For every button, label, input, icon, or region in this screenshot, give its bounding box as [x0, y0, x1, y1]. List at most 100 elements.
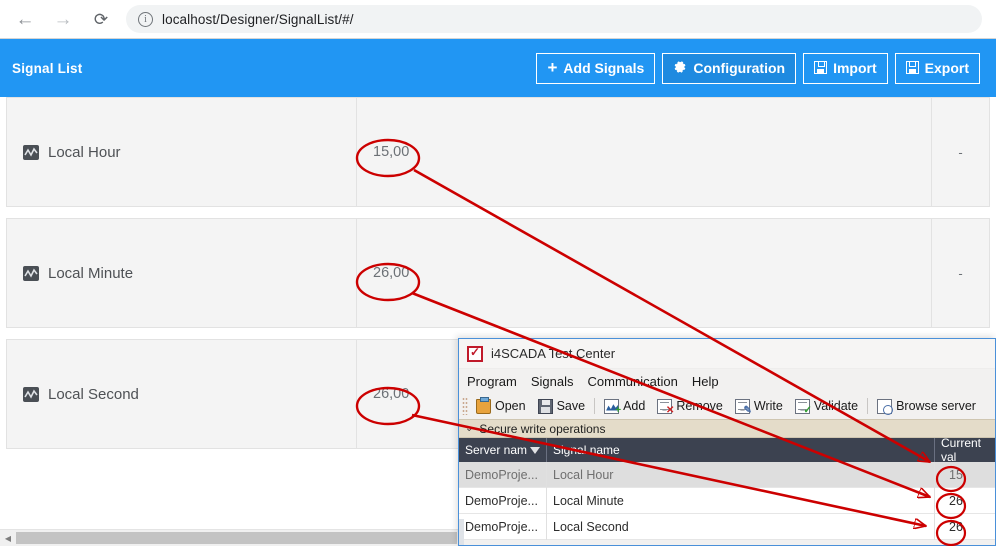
open-button[interactable]: Open — [470, 395, 532, 417]
toolbar-separator — [867, 398, 869, 414]
signal-wave-icon — [23, 265, 39, 281]
browse-server-icon — [877, 398, 894, 415]
app-header: Signal List + Add Signals Configuration … — [0, 39, 996, 97]
write-label: Write — [753, 399, 783, 413]
import-floppy-icon — [814, 61, 828, 74]
grid-row[interactable]: DemoProje... Local Hour 15 — [459, 461, 995, 488]
save-floppy-icon — [537, 398, 553, 414]
browse-server-button[interactable]: Browse server — [871, 395, 982, 417]
signal-name: Local Minute — [48, 264, 134, 282]
export-floppy-icon — [905, 61, 919, 74]
menu-communication[interactable]: Communication — [588, 374, 678, 389]
menu-program[interactable]: Program — [467, 374, 517, 389]
column-header-signal-name[interactable]: Signal name — [547, 438, 935, 462]
signal-name-cell: Local Minute — [7, 219, 357, 327]
validate-icon: ✓ — [794, 398, 812, 416]
column-header-current-value[interactable]: Current val — [935, 436, 995, 464]
signal-extra-cell: - — [932, 98, 989, 206]
forward-icon[interactable]: → — [46, 2, 80, 36]
configuration-label: Configuration — [693, 59, 786, 76]
test-center-window[interactable]: i4SCADA Test Center Program Signals Comm… — [458, 338, 996, 546]
column-label: Server nam — [465, 443, 528, 457]
toolbar-separator — [594, 398, 596, 414]
write-icon: ✎ — [734, 398, 752, 416]
signal-extra-cell: - — [932, 219, 989, 327]
page-title: Signal List — [12, 60, 83, 76]
gear-icon — [673, 60, 687, 76]
add-button[interactable]: + Add — [598, 395, 651, 417]
cell-server-name: DemoProje... — [459, 461, 547, 488]
cell-current-value: 15 — [949, 467, 963, 482]
table-row[interactable]: Local Minute 26,00 - — [6, 218, 990, 328]
sort-descending-icon[interactable] — [530, 446, 540, 454]
toolbar: Open Save + Add ✕ Remove ✎ Write ✓ Valid… — [459, 393, 995, 419]
back-icon[interactable]: ← — [8, 2, 42, 36]
header-actions: + Add Signals Configuration Import Expor… — [536, 52, 980, 84]
scroll-left-icon[interactable]: ◀ — [0, 530, 16, 546]
menubar: Program Signals Communication Help — [459, 369, 995, 393]
cell-signal-name: Local Hour — [547, 461, 935, 488]
save-button[interactable]: Save — [532, 395, 592, 417]
save-label: Save — [556, 399, 586, 413]
signal-extra: - — [958, 265, 963, 281]
import-label: Import — [833, 59, 877, 76]
signal-value-cell: 26,00 — [357, 219, 932, 327]
cell-current-value: 26 — [949, 519, 963, 534]
check-badge: ✓ — [803, 404, 812, 416]
window-title: i4SCADA Test Center — [491, 346, 616, 361]
grid-row[interactable]: DemoProje... Local Second 26 — [459, 513, 995, 540]
browser-toolbar: ← → ⟳ i localhost/Designer/SignalList/#/ — [0, 0, 996, 39]
cell-current-value: 26 — [949, 493, 963, 508]
scrollbar-thumb[interactable] — [16, 532, 457, 544]
signal-name: Local Hour — [48, 143, 121, 161]
cell-signal-name: Local Second — [547, 513, 935, 540]
signal-value: 26,00 — [373, 265, 410, 281]
import-button[interactable]: Import — [803, 52, 888, 84]
signal-wave-icon — [23, 144, 39, 160]
secure-write-label: Secure write operations — [479, 421, 606, 436]
grid-header: Server nam Signal name Current val — [459, 436, 995, 464]
cell-server-name: DemoProje... — [459, 513, 547, 540]
table-row[interactable]: Local Hour 15,00 - — [6, 97, 990, 207]
pencil-badge: ✎ — [743, 404, 752, 416]
toolbar-grip[interactable] — [462, 397, 468, 415]
horizontal-scrollbar[interactable]: ◀ — [0, 529, 458, 546]
signal-name-cell: Local Hour — [7, 98, 357, 206]
validate-button[interactable]: ✓ Validate — [789, 395, 864, 417]
window-left-edge — [459, 519, 464, 545]
validate-label: Validate — [813, 399, 859, 413]
remove-button[interactable]: ✕ Remove — [651, 395, 729, 417]
signal-value: 15,00 — [373, 144, 410, 160]
secure-write-operations-bar[interactable]: ⌄ Secure write operations — [459, 419, 995, 438]
url-text: localhost/Designer/SignalList/#/ — [162, 11, 354, 27]
add-label: Add — [623, 399, 646, 413]
chevron-down-icon[interactable]: ⌄ — [465, 423, 473, 434]
export-label: Export — [924, 59, 969, 76]
window-titlebar[interactable]: i4SCADA Test Center — [459, 339, 995, 369]
plus-badge: + — [615, 404, 622, 416]
add-signals-button[interactable]: + Add Signals — [536, 52, 656, 84]
plus-icon: + — [547, 58, 558, 77]
signal-value: 26,00 — [373, 386, 410, 402]
grid-row[interactable]: DemoProje... Local Minute 26 — [459, 487, 995, 514]
signals-grid[interactable]: Server nam Signal name Current val DemoP… — [459, 436, 995, 540]
configuration-button[interactable]: Configuration — [662, 52, 797, 84]
signal-name: Local Second — [48, 385, 139, 403]
write-button[interactable]: ✎ Write — [729, 395, 789, 417]
column-label: Current val — [941, 436, 982, 464]
menu-signals[interactable]: Signals — [531, 374, 574, 389]
open-label: Open — [495, 399, 526, 413]
checkbox-red-icon — [467, 345, 483, 362]
menu-help[interactable]: Help — [692, 374, 719, 389]
site-info-icon[interactable]: i — [138, 11, 153, 27]
add-signals-label: Add Signals — [563, 59, 645, 76]
cell-server-name: DemoProje... — [459, 487, 547, 514]
remove-signal-icon: ✕ — [657, 398, 674, 415]
reload-icon[interactable]: ⟳ — [84, 2, 118, 36]
signal-wave-icon — [23, 386, 39, 402]
column-header-server-name[interactable]: Server nam — [459, 438, 547, 462]
address-bar[interactable]: i localhost/Designer/SignalList/#/ — [126, 5, 982, 33]
export-button[interactable]: Export — [894, 52, 980, 84]
signal-extra: - — [958, 144, 963, 160]
cell-signal-name: Local Minute — [547, 487, 935, 514]
